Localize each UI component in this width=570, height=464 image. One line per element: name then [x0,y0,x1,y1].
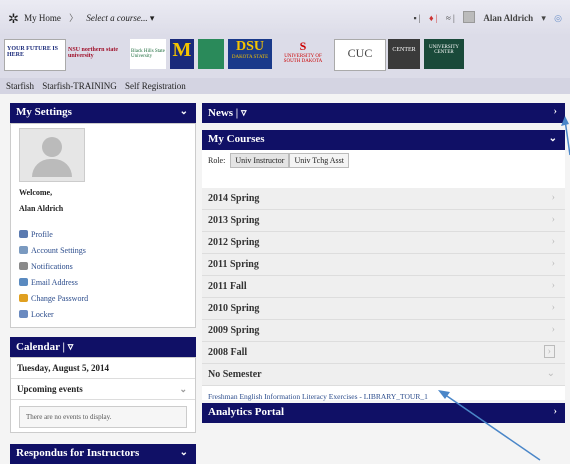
chevron-down-icon[interactable]: ⌄ [549,133,557,144]
term-row[interactable]: 2013 Spring › [202,210,565,232]
chevron-right-icon[interactable]: › [552,258,555,269]
institution-logos: YOUR FUTURE IS HERE NSU northern state u… [0,36,570,78]
welcome-text: Welcome, [19,188,53,197]
my-settings-header[interactable]: My Settings ⌄ [10,103,196,123]
quick-links: Starfish Starfish-TRAINING Self Registra… [0,78,570,94]
term-row[interactable]: 2014 Spring › [202,188,565,210]
home-icon[interactable]: ✲ [8,11,19,26]
alerts-icon[interactable]: ≈ | [446,13,455,23]
chevron-right-icon: 〉 [69,13,79,23]
dsu-logo: DSU DAKOTA STATE [228,39,272,69]
chevron-right-icon[interactable]: › [554,406,557,417]
term-row[interactable]: 2010 Spring › [202,298,565,320]
chevron-right-icon[interactable]: › [552,192,555,203]
university-center-logo: UNIVERSITY CENTER [424,39,464,69]
term-row[interactable]: 2011 Spring › [202,254,565,276]
chevron-right-icon[interactable]: › [552,236,555,247]
nsu-logo: NSU northern state university [68,47,118,59]
chevron-right-icon[interactable]: › [552,302,555,313]
role-tab-instructor[interactable]: Univ Instructor [230,153,290,168]
chevron-down-icon[interactable]: ⌄ [547,368,555,379]
term-row[interactable]: 2008 Fall › [202,342,565,364]
role-tab-teaching-assistant[interactable]: Univ Tchg Asst [289,153,349,168]
top-bar: ✲ My Home 〉 Select a course... ▾ ▪ | ♦ |… [0,0,570,37]
term-row[interactable]: 2011 Fall › [202,276,565,298]
analytics-portal-header[interactable]: Analytics Portal › [202,403,565,423]
calendar-date[interactable]: Tuesday, August 5, 2014 [11,358,195,379]
chevron-down-icon[interactable]: ▾ [150,13,155,23]
user-menu[interactable]: Alan Aldrich [483,13,533,23]
user-avatar [463,11,476,23]
link-self-registration[interactable]: Self Registration [125,81,186,91]
no-events-box: There are no events to display. [19,406,187,428]
news-header[interactable]: News | ▿ › [202,103,565,123]
my-courses-header[interactable]: My Courses ⌄ [202,130,565,150]
user-menu-chevron-icon[interactable]: ▾ [541,13,546,23]
bhsu-logo: Black Hills State University [130,39,166,69]
term-row[interactable]: 2009 Spring › [202,320,565,342]
chevron-down-icon[interactable]: ⌄ [179,384,187,395]
notifications-link[interactable]: Notifications [19,262,88,271]
account-settings-link[interactable]: Account Settings [19,246,88,255]
notifications-icon[interactable]: ♦ | [429,13,438,23]
link-starfish[interactable]: Starfish [6,81,34,91]
locker-link[interactable]: Locker [19,310,88,319]
annotation-arrow-upper [564,119,570,156]
locker-icon [19,310,28,318]
profile-icon [19,230,28,238]
breadcrumb: ✲ My Home 〉 Select a course... ▾ [8,11,154,27]
user-name: Alan Aldrich [19,204,64,213]
role-filter: Role: Univ Instructor Univ Tchg Asst [202,150,565,180]
upcoming-events-row[interactable]: Upcoming events ⌄ [11,379,195,400]
account-settings-icon [19,246,28,254]
profile-link[interactable]: Profile [19,230,88,239]
email-icon [19,278,28,286]
term-row-expanded[interactable]: No Semester ⌄ [202,364,565,386]
key-icon [19,294,28,302]
chevron-right-icon[interactable]: › [554,106,557,117]
calendar-menu-icon[interactable]: ▿ [68,341,74,353]
chevron-right-icon[interactable]: › [552,280,555,291]
calendar-panel: Tuesday, August 5, 2014 Upcoming events ⌄… [10,357,196,433]
help-icon[interactable]: ◎ [554,13,562,23]
link-starfish-training[interactable]: Starfish-TRAINING [42,81,117,91]
cuc-logo: CUC [334,39,386,71]
chevron-down-icon[interactable]: ⌄ [180,106,188,117]
usd-logo: S UNIVERSITY OF SOUTH DAKOTA [283,39,323,64]
my-home-link[interactable]: My Home [24,13,61,23]
center-logo-2: CENTER [388,39,420,69]
my-settings-panel: Welcome, Alan Aldrich Profile Account Se… [10,123,196,328]
notifications-icon [19,262,28,270]
michigan-logo: M [170,39,194,69]
your-future-logo: YOUR FUTURE IS HERE [4,39,66,71]
email-address-link[interactable]: Email Address [19,278,88,287]
my-courses-panel: Role: Univ Instructor Univ Tchg Asst 2014… [202,150,565,401]
chevron-right-icon[interactable]: › [552,214,555,225]
respondus-header[interactable]: Respondus for Instructors ⌄ [10,444,196,464]
course-selector[interactable]: Select a course... [86,13,147,23]
top-right-tools: ▪ | ♦ | ≈ | Alan Aldrich ▾ ◎ [407,11,562,24]
news-menu-icon[interactable]: ▿ [241,107,247,119]
calendar-header[interactable]: Calendar | ▿ [10,337,196,357]
term-row[interactable]: 2012 Spring › [202,232,565,254]
center-logo-1 [198,39,224,69]
expand-box-icon[interactable]: › [543,345,555,358]
messages-icon[interactable]: ▪ | [413,13,420,23]
avatar [19,128,85,182]
change-password-link[interactable]: Change Password [19,294,88,303]
chevron-down-icon[interactable]: ⌄ [180,447,188,458]
chevron-right-icon[interactable]: › [552,324,555,335]
